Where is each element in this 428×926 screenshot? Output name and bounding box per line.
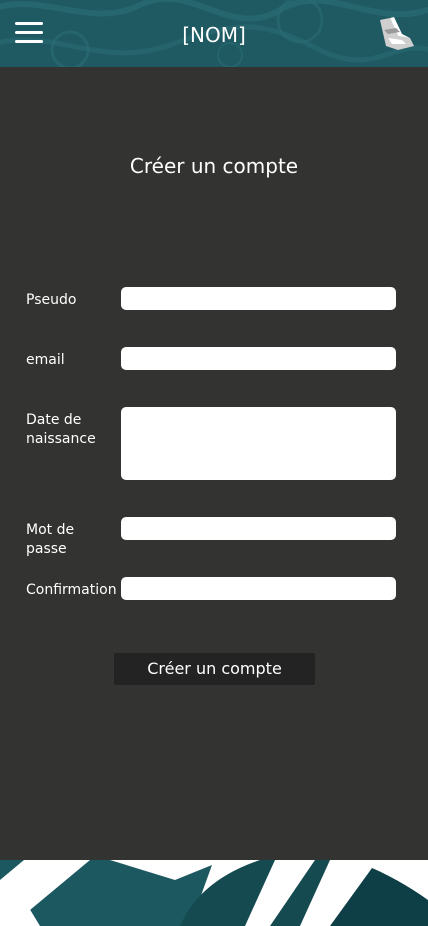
top-bar: [NOM]: [0, 0, 428, 67]
footer-pattern: [0, 860, 428, 926]
pseudo-label: Pseudo: [26, 292, 77, 308]
brand-logo-icon[interactable]: [376, 16, 416, 52]
birthdate-input[interactable]: [121, 407, 396, 480]
page-title: Créer un compte: [129, 154, 299, 178]
create-account-button[interactable]: Créer un compte: [114, 653, 315, 685]
password-label: Mot de passe: [26, 522, 75, 557]
pseudo-input[interactable]: [121, 287, 396, 310]
register-form: Créer un compte Pseudo email Date de nai…: [0, 67, 428, 860]
confirmation-input[interactable]: [121, 577, 396, 600]
footer-decoration: [0, 860, 428, 926]
email-input[interactable]: [121, 347, 396, 370]
app-title: [NOM]: [182, 23, 246, 47]
confirmation-label: Confirmation: [26, 582, 117, 598]
password-input[interactable]: [121, 517, 396, 540]
app-page: [NOM] Créer un compte Pseudo email Date …: [0, 0, 428, 926]
email-label: email: [26, 352, 65, 368]
birthdate-label: Date de naissance: [26, 412, 96, 447]
